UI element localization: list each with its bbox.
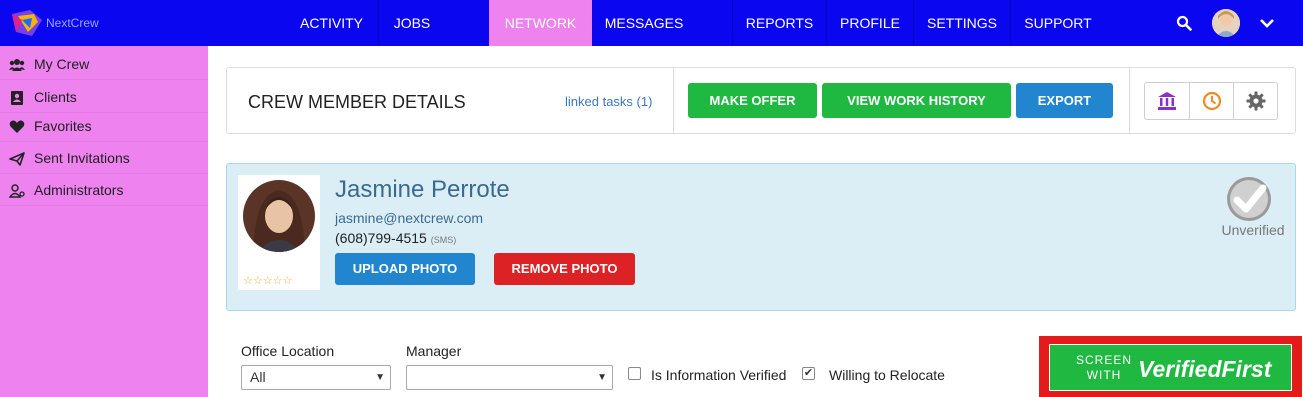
verifiedfirst-logo: VerifiedFirst: [1138, 356, 1272, 382]
office-location-label: Office Location: [241, 343, 335, 359]
brand-name: NextCrew: [46, 16, 99, 30]
info-verified-checkbox[interactable]: [628, 367, 641, 380]
header-divider: [673, 68, 674, 133]
willing-to-relocate-checkbox[interactable]: ✔: [802, 367, 815, 380]
sidebar-item-label: Favorites: [34, 118, 92, 134]
chevron-down-icon[interactable]: [1259, 16, 1275, 30]
sidebar-item-administrators[interactable]: Administrators: [0, 175, 208, 206]
verified-first-highlight: SCREEN WITH VerifiedFirst: [1039, 336, 1302, 397]
crew-member-email: jasmine@nextcrew.com: [335, 210, 484, 226]
nav-network[interactable]: NETWORK: [489, 0, 592, 46]
remove-photo-button[interactable]: REMOVE PHOTO: [494, 253, 635, 285]
crew-member-phone-row: (608)799-4515 (SMS): [335, 230, 456, 246]
user-avatar[interactable]: [1212, 9, 1240, 37]
heart-icon: [9, 120, 25, 133]
manager-label: Manager: [406, 343, 462, 359]
sms-tag: (SMS): [430, 235, 457, 245]
manager-select[interactable]: ▼: [406, 365, 613, 390]
dropdown-arrow-icon: ▼: [375, 372, 385, 383]
willing-to-relocate-label: Willing to Relocate: [829, 367, 945, 383]
export-button[interactable]: EXPORT: [1016, 83, 1113, 118]
nav-jobs[interactable]: JOBS: [379, 0, 445, 46]
nav-messages[interactable]: MESSAGES: [592, 0, 696, 46]
history-button[interactable]: [1189, 83, 1233, 119]
screen-with-label: SCREEN WITH: [1075, 353, 1132, 382]
top-navigation-bar: NextCrew ACTIVITY JOBS NETWORK MESSAGES …: [0, 0, 1303, 46]
sidebar-item-favorites[interactable]: Favorites: [0, 111, 208, 142]
gear-icon: [1246, 91, 1266, 111]
verification-status: Unverified: [1213, 176, 1293, 244]
crew-member-name: Jasmine Perrote: [335, 176, 510, 203]
portrait-image: [243, 180, 315, 252]
avatar-portrait-icon: [1212, 9, 1240, 37]
profile-photo-card: ☆☆☆☆☆: [238, 175, 320, 290]
upload-photo-button[interactable]: UPLOAD PHOTO: [335, 253, 475, 285]
bank-button[interactable]: [1145, 83, 1189, 119]
linked-tasks-link[interactable]: linked tasks (1): [565, 94, 652, 109]
office-location-value: All: [250, 369, 266, 385]
header-icon-buttons: [1144, 82, 1278, 120]
view-work-history-button[interactable]: VIEW WORK HISTORY: [822, 83, 1011, 118]
nav-profile[interactable]: PROFILE: [827, 0, 913, 46]
sidebar-item-label: My Crew: [34, 56, 90, 72]
user-admin-icon: [9, 184, 25, 198]
users-icon: [9, 59, 25, 71]
profile-photo: [243, 180, 315, 252]
nav-reports[interactable]: REPORTS: [733, 0, 826, 46]
header-divider: [1129, 68, 1130, 133]
crew-member-phone: (608)799-4515: [335, 230, 427, 246]
paper-plane-icon: [9, 152, 25, 166]
sidebar-item-clients[interactable]: Clients: [0, 82, 208, 113]
office-location-select[interactable]: All ▼: [241, 365, 391, 390]
sidebar-item-label: Administrators: [34, 182, 124, 198]
sidebar: My Crew Clients Favorites Sent Invitatio…: [0, 46, 208, 397]
sidebar-item-sent-invitations[interactable]: Sent Invitations: [0, 143, 208, 174]
make-offer-button[interactable]: MAKE OFFER: [688, 83, 817, 118]
screen-with-verifiedfirst-button[interactable]: SCREEN WITH VerifiedFirst: [1049, 344, 1292, 391]
page-title: CREW MEMBER DETAILS: [248, 92, 466, 112]
bank-icon: [1158, 92, 1176, 110]
nextcrew-logo[interactable]: NextCrew: [10, 8, 110, 38]
logo-mark-icon: [12, 10, 42, 36]
search-icon[interactable]: [1176, 15, 1192, 31]
sidebar-item-label: Sent Invitations: [34, 150, 130, 166]
contact-card-icon: [11, 91, 23, 105]
crew-member-profile: ☆☆☆☆☆ Jasmine Perrote jasmine@nextcrew.c…: [226, 163, 1296, 311]
check-badge-icon: [1227, 177, 1271, 221]
dropdown-arrow-icon: ▼: [597, 372, 607, 383]
sidebar-item-my-crew[interactable]: My Crew: [0, 49, 208, 80]
nav-support[interactable]: SUPPORT: [1011, 0, 1105, 46]
settings-button[interactable]: [1233, 83, 1277, 119]
star-rating[interactable]: ☆☆☆☆☆: [243, 274, 292, 287]
sidebar-item-label: Clients: [34, 89, 77, 105]
crew-member-header: CREW MEMBER DETAILS linked tasks (1) MAK…: [226, 67, 1296, 134]
info-verified-label: Is Information Verified: [651, 367, 787, 383]
nav-activity[interactable]: ACTIVITY: [284, 0, 379, 46]
verification-label: Unverified: [1221, 222, 1285, 238]
checkmark-icon: ✔: [803, 367, 814, 379]
clock-icon: [1202, 91, 1222, 111]
nav-settings[interactable]: SETTINGS: [914, 0, 1010, 46]
